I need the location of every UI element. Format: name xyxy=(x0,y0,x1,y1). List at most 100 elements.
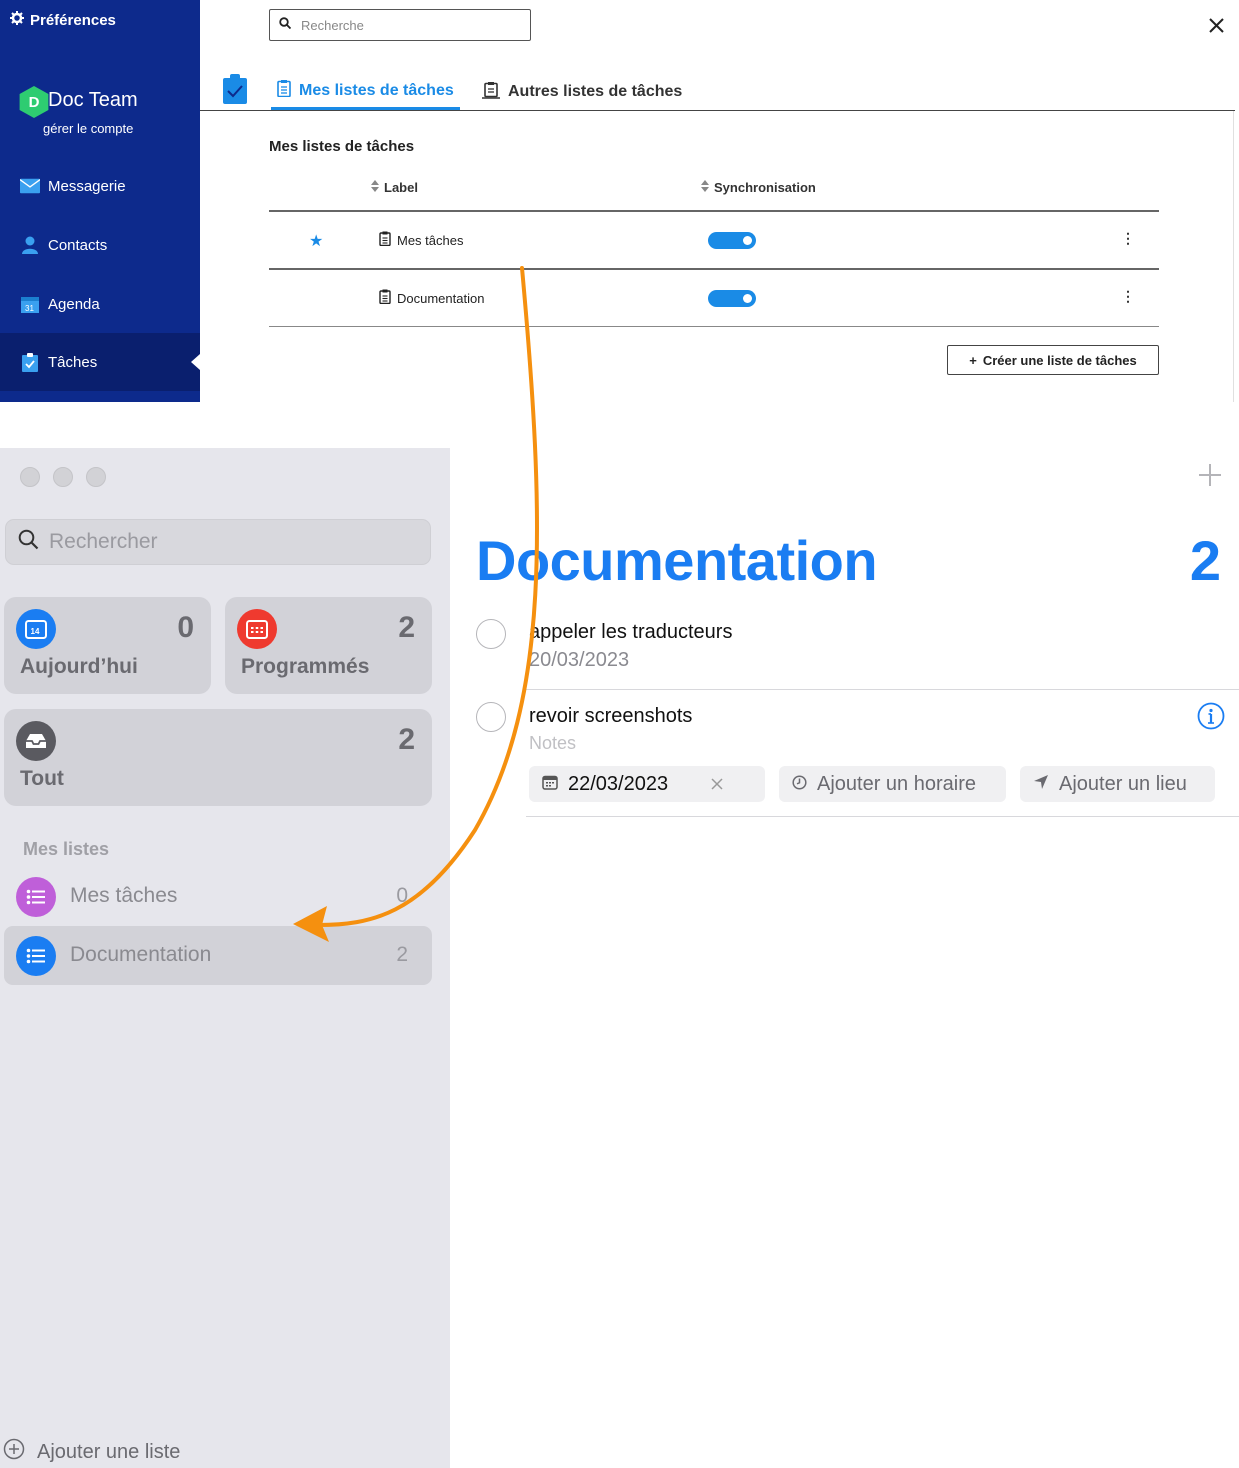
nav-item-agenda[interactable]: 31 Agenda xyxy=(0,275,200,333)
tab-label: Autres listes de tâches xyxy=(508,83,683,100)
smart-list-today[interactable]: 14 0 Aujourd’hui xyxy=(4,597,211,694)
active-indicator xyxy=(191,354,200,370)
list-item-documentation[interactable]: Documentation 2 xyxy=(4,926,432,985)
tab-autres-listes[interactable]: Autres listes de tâches xyxy=(476,74,688,110)
section-title: Mes listes de tâches xyxy=(269,138,415,155)
list-count: 2 xyxy=(396,943,408,966)
mac-main-panel: Documentation 2 appeler les traducteurs … xyxy=(450,448,1239,1468)
window-zoom-button[interactable] xyxy=(86,467,106,487)
nav-label: Tâches xyxy=(48,353,98,371)
more-options-icon[interactable]: ⋮ xyxy=(1121,230,1135,247)
column-header-label[interactable]: Label xyxy=(371,180,418,195)
task-checkbox[interactable] xyxy=(476,702,506,732)
mac-search-box[interactable] xyxy=(5,519,431,565)
row-label: Documentation xyxy=(379,289,484,307)
smart-list-count: 2 xyxy=(398,723,415,756)
tab-mes-listes[interactable]: Mes listes de tâches xyxy=(271,74,460,110)
calendar-today-icon: 14 xyxy=(16,609,56,649)
list-bullets-icon xyxy=(16,936,56,976)
smart-list-count: 2 xyxy=(398,611,415,644)
nav-item-taches[interactable]: Tâches xyxy=(0,333,200,391)
list-bullets-icon xyxy=(16,877,56,917)
clipboard-icon xyxy=(277,79,291,102)
list-total-count: 2 xyxy=(1189,529,1221,592)
task-item: revoir screenshots Notes 22/03/2023 Ajou… xyxy=(450,690,1239,818)
preferences-header[interactable]: Préférences xyxy=(10,11,116,29)
task-title[interactable]: revoir screenshots xyxy=(529,705,692,728)
add-list-button[interactable]: Ajouter une liste xyxy=(3,1438,180,1466)
add-time-chip[interactable]: Ajouter un horaire xyxy=(779,766,1006,802)
mac-search-input[interactable] xyxy=(49,530,409,554)
plus-icon: + xyxy=(969,352,977,368)
search-icon xyxy=(18,529,39,555)
create-list-button[interactable]: + Créer une liste de tâches xyxy=(947,345,1159,375)
window-minimize-button[interactable] xyxy=(53,467,73,487)
add-place-chip[interactable]: Ajouter un lieu xyxy=(1020,766,1215,802)
web-search-input[interactable] xyxy=(301,17,511,33)
manage-account-link[interactable]: gérer le compte xyxy=(43,121,133,136)
calendar-icon: 31 xyxy=(20,294,40,314)
calendar-icon xyxy=(542,773,558,796)
svg-text:31: 31 xyxy=(25,304,34,313)
clock-icon xyxy=(792,773,807,796)
mail-icon xyxy=(20,176,40,196)
task-title[interactable]: appeler les traducteurs xyxy=(529,621,732,644)
team-name: Doc Team xyxy=(48,89,138,111)
list-count: 0 xyxy=(396,884,408,907)
list-name: Documentation xyxy=(70,943,212,966)
sort-icon xyxy=(371,180,379,195)
clipboard-icon xyxy=(379,231,391,249)
list-name: Mes tâches xyxy=(70,884,178,907)
mac-reminders-window: 14 0 Aujourd’hui 2 Programmés 2 Tout Mes… xyxy=(0,448,1239,1468)
close-icon[interactable] xyxy=(1205,12,1229,38)
web-search-box[interactable] xyxy=(269,9,531,41)
tasks-app-icon xyxy=(223,74,247,109)
nav-label: Messagerie xyxy=(48,177,126,195)
web-task-preferences: Préférences D Doc Team gérer le compte M… xyxy=(0,0,1239,402)
task-checkbox[interactable] xyxy=(476,619,506,649)
window-close-button[interactable] xyxy=(20,467,40,487)
date-chip-label: 22/03/2023 xyxy=(568,772,669,795)
smart-list-label: Tout xyxy=(20,767,64,790)
clipboard-check-icon xyxy=(20,352,40,372)
person-icon xyxy=(20,235,40,255)
star-icon[interactable]: ★ xyxy=(309,231,323,251)
more-options-icon[interactable]: ⋮ xyxy=(1121,288,1135,305)
preferences-label: Préférences xyxy=(30,11,116,29)
my-lists-heading: Mes listes xyxy=(23,839,110,859)
list-title: Documentation xyxy=(476,529,878,592)
date-chip[interactable]: 22/03/2023 xyxy=(529,766,765,802)
row-label: Mes tâches xyxy=(379,231,463,249)
column-label: Synchronisation xyxy=(714,180,816,195)
clear-date-icon[interactable] xyxy=(711,773,723,796)
add-list-label: Ajouter une liste xyxy=(37,1440,181,1463)
nav-item-contacts[interactable]: Contacts xyxy=(0,216,200,274)
task-notes-field[interactable]: Notes xyxy=(529,733,576,754)
column-header-sync[interactable]: Synchronisation xyxy=(701,180,816,195)
gear-icon xyxy=(10,11,24,29)
smart-list-scheduled[interactable]: 2 Programmés xyxy=(225,597,432,694)
task-date: 20/03/2023 xyxy=(529,649,630,671)
row-divider xyxy=(269,326,1159,327)
column-label: Label xyxy=(384,180,418,195)
team-avatar: D xyxy=(19,86,49,118)
plus-icon[interactable] xyxy=(1197,462,1223,493)
nav-item-messagerie[interactable]: Messagerie xyxy=(0,157,200,215)
table-row[interactable]: Documentation ⋮ xyxy=(269,270,1159,326)
table-row[interactable]: ★ Mes tâches ⋮ xyxy=(269,212,1159,268)
smart-list-count: 0 xyxy=(177,611,194,644)
sync-toggle[interactable] xyxy=(708,290,756,307)
sort-icon xyxy=(701,180,709,195)
smart-list-label: Programmés xyxy=(241,655,370,678)
info-icon[interactable] xyxy=(1197,702,1225,735)
sync-toggle[interactable] xyxy=(708,232,756,249)
row-label-text: Mes tâches xyxy=(397,232,464,248)
search-icon xyxy=(279,16,292,34)
smart-list-all[interactable]: 2 Tout xyxy=(4,709,432,806)
clipboard-icon xyxy=(379,289,391,307)
list-item-mes-taches[interactable]: Mes tâches 0 xyxy=(4,867,432,926)
add-circle-icon xyxy=(3,1438,25,1466)
task-item: appeler les traducteurs 20/03/2023 xyxy=(450,608,1239,690)
web-tab-bar: Mes listes de tâches Autres listes de tâ… xyxy=(200,60,1235,111)
create-list-label: Créer une liste de tâches xyxy=(982,352,1137,368)
